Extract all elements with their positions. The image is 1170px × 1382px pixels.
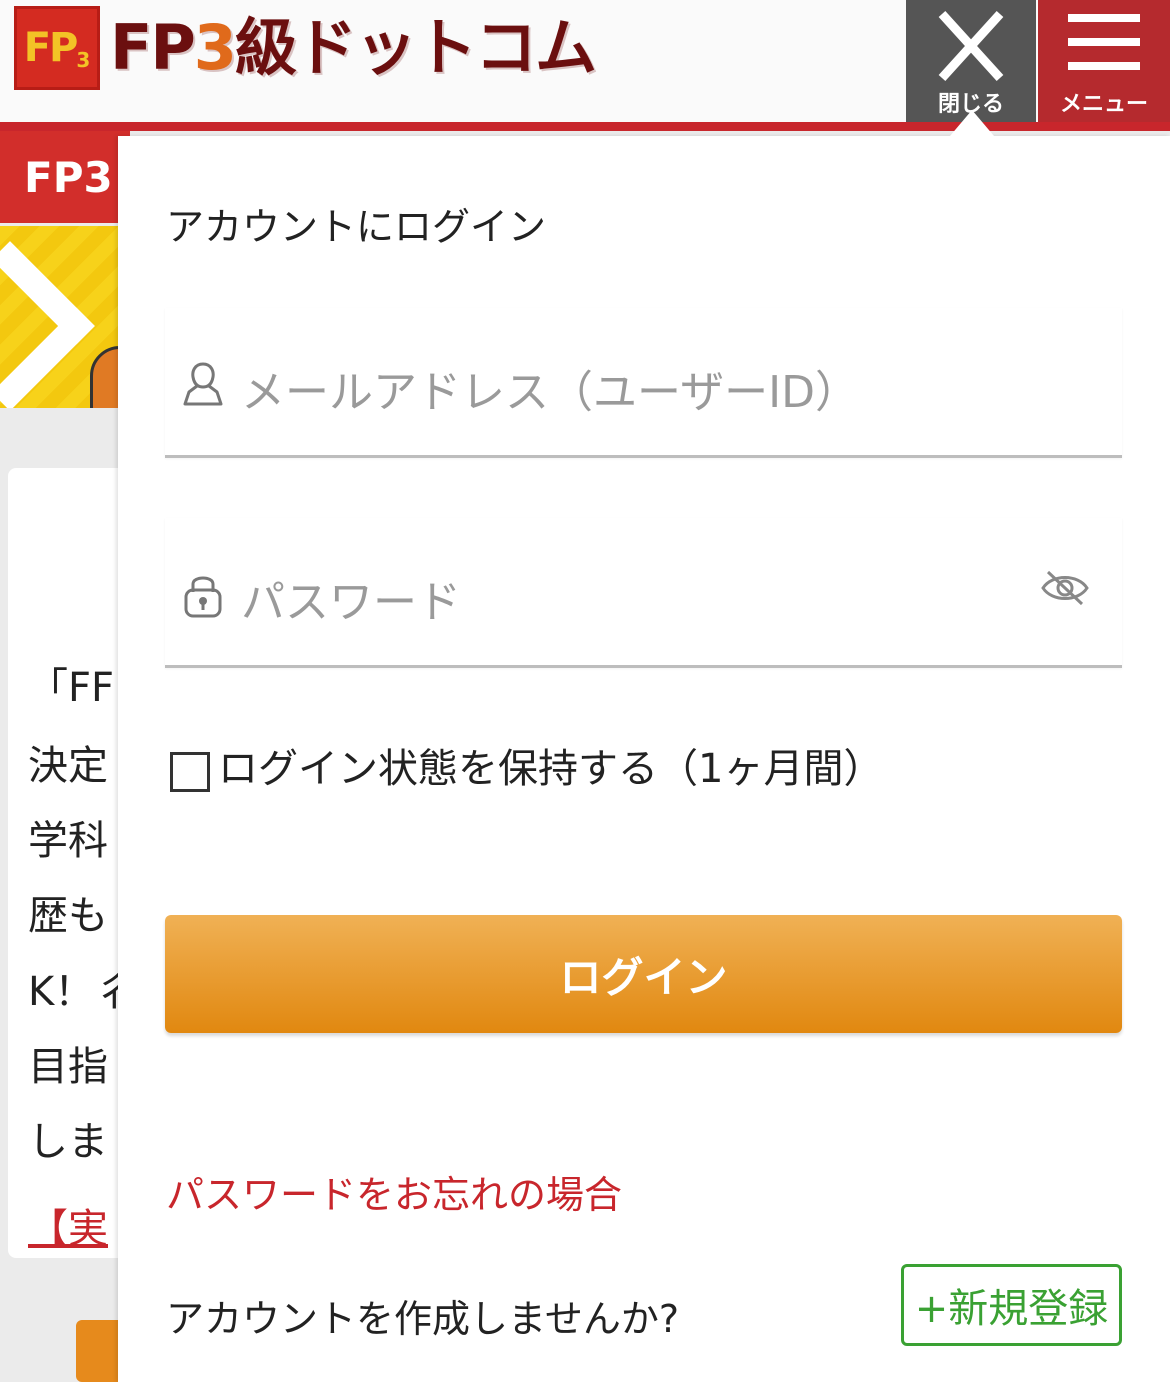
close-icon (938, 10, 1004, 82)
hamburger-icon (1068, 14, 1140, 86)
bg-banner-text: FP3 (24, 153, 113, 202)
site-header: FP 3 FP3級ドットコム 閉じる メニュー (0, 0, 1170, 122)
email-field[interactable]: メールアドレス（ユーザーID） (165, 308, 1122, 458)
signup-button[interactable]: +新規登録 (901, 1264, 1122, 1346)
header-accent-bar (0, 122, 1170, 131)
login-panel: アカウントにログイン メールアドレス（ユーザーID） パスワード ログイン状態を… (118, 136, 1170, 1382)
logo-text-three: 3 (193, 11, 237, 84)
remember-label: ログイン状態を保持する（1ヶ月間） (218, 746, 884, 792)
user-icon (183, 362, 223, 406)
menu-label: メニュー (1059, 92, 1148, 117)
chevron-right-icon (0, 241, 95, 408)
logo-badge-text: FP (23, 25, 79, 71)
site-logo-badge[interactable]: FP 3 (14, 6, 100, 90)
bg-text-line: しま (28, 1119, 108, 1165)
bg-text-line: 学科 (28, 818, 108, 864)
create-account-prompt: アカウントを作成しませんか? (166, 1297, 680, 1341)
password-placeholder: パスワード (241, 577, 461, 628)
bg-text-line: 決定 (28, 743, 108, 789)
logo-badge-sub: 3 (76, 48, 91, 72)
remember-checkbox[interactable] (170, 752, 210, 792)
bg-link[interactable]: 【実 (28, 1196, 108, 1254)
menu-button[interactable]: メニュー (1038, 0, 1170, 122)
site-logo-text[interactable]: FP3級ドットコム (110, 10, 597, 86)
email-placeholder: メールアドレス（ユーザーID） (241, 367, 859, 418)
login-button[interactable]: ログイン (165, 915, 1122, 1033)
bg-text-line: 「FF (28, 665, 115, 711)
bg-text-line: 歴も (28, 893, 108, 939)
bg-hero-image (0, 226, 130, 408)
password-field[interactable]: パスワード (165, 518, 1122, 668)
lock-icon (184, 576, 222, 618)
login-title: アカウントにログイン (166, 205, 547, 249)
bg-text-line: 目指 (28, 1044, 108, 1090)
eye-slash-icon[interactable] (1040, 568, 1090, 608)
forgot-password-link[interactable]: パスワードをお忘れの場合 (166, 1164, 622, 1219)
panel-pointer (950, 110, 994, 136)
remember-me[interactable]: ログイン状態を保持する（1ヶ月間） (170, 736, 883, 794)
bg-section-banner: FP3 (0, 131, 130, 223)
close-menu-button[interactable]: 閉じる (906, 0, 1036, 122)
logo-text-b: 級ドットコム (234, 11, 597, 84)
logo-text-a: FP (110, 11, 196, 84)
